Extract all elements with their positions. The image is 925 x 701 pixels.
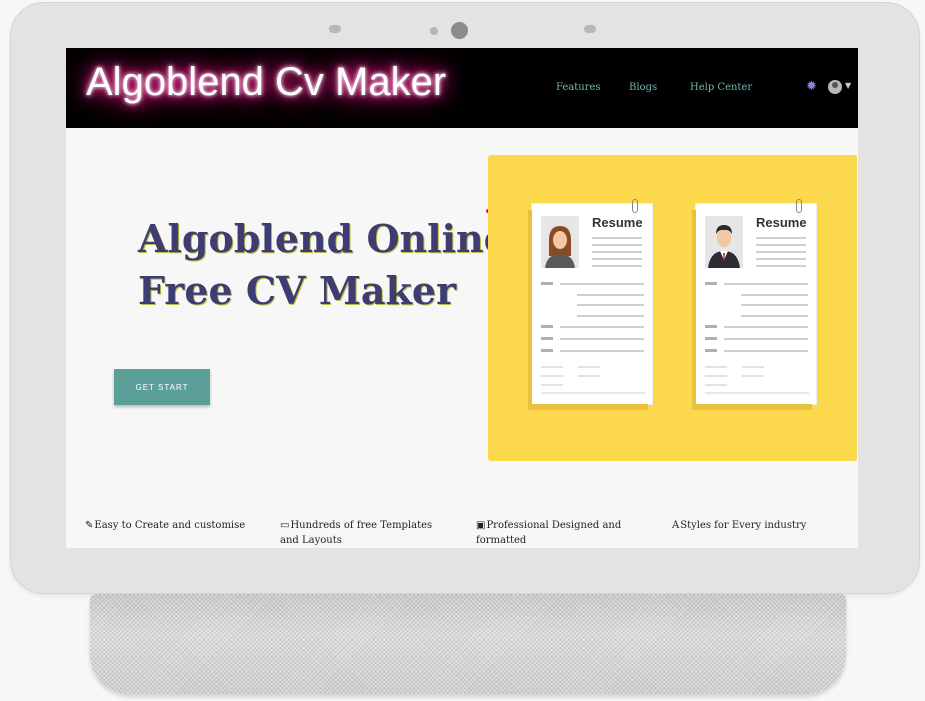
feature-label: Hundreds of free Templates and Layouts: [280, 520, 433, 546]
avatar[interactable]: [828, 80, 842, 94]
speaker-base: [90, 594, 846, 694]
resume-title-right: Resume: [756, 215, 807, 230]
paperclip-icon: [796, 199, 802, 213]
hero-title-line-1: Algoblend Online: [138, 216, 508, 261]
resume-title-left: Resume: [592, 215, 643, 230]
feature-label: Easy to Create and customise: [94, 520, 246, 531]
sensor-left: [329, 25, 341, 33]
image-icon: ▣: [476, 520, 486, 531]
sensor-right: [584, 25, 596, 33]
feature-professional: ▣Professional Designed and formatted: [476, 518, 666, 548]
nav-link-features[interactable]: Features: [556, 82, 601, 93]
caret-down-icon[interactable]: ▼: [845, 81, 851, 90]
resume-card-right: Resume: [696, 199, 816, 404]
paperclip-icon: [632, 199, 638, 213]
resume-card-left: Resume: [532, 199, 652, 404]
navbar: Algoblend Cv Maker Features Blogs Help C…: [66, 48, 858, 128]
avatar-man: [705, 216, 743, 268]
feature-templates: ▭Hundreds of free Templates and Layouts: [280, 518, 450, 548]
nav-link-help-center[interactable]: Help Center: [690, 82, 752, 93]
edit-icon: ✎: [85, 520, 94, 531]
feature-label: Professional Designed and formatted: [476, 520, 622, 546]
avatar-woman: [541, 216, 579, 268]
nav-link-blogs[interactable]: Blogs: [629, 82, 657, 93]
brand-logo[interactable]: Algoblend Cv Maker: [86, 60, 446, 105]
feature-styles: AStyles for Every industry: [672, 518, 852, 533]
feature-easy-create: ✎Easy to Create and customise: [85, 518, 265, 533]
font-icon: A: [672, 520, 680, 531]
get-start-button[interactable]: GET START: [114, 369, 210, 405]
hero-title-line-2: Free CV Maker: [138, 268, 457, 313]
ambient-sensor: [430, 27, 438, 35]
monitor-icon: ▭: [280, 520, 290, 531]
hero-title: Algoblend Online Free CV Maker: [138, 213, 508, 317]
gear-icon[interactable]: ✹: [806, 80, 820, 94]
screen: Algoblend Cv Maker Features Blogs Help C…: [66, 48, 858, 548]
resume-illustration: Resume Resume: [488, 155, 857, 461]
camera: [451, 22, 468, 39]
feature-label: Styles for Every industry: [680, 520, 807, 531]
